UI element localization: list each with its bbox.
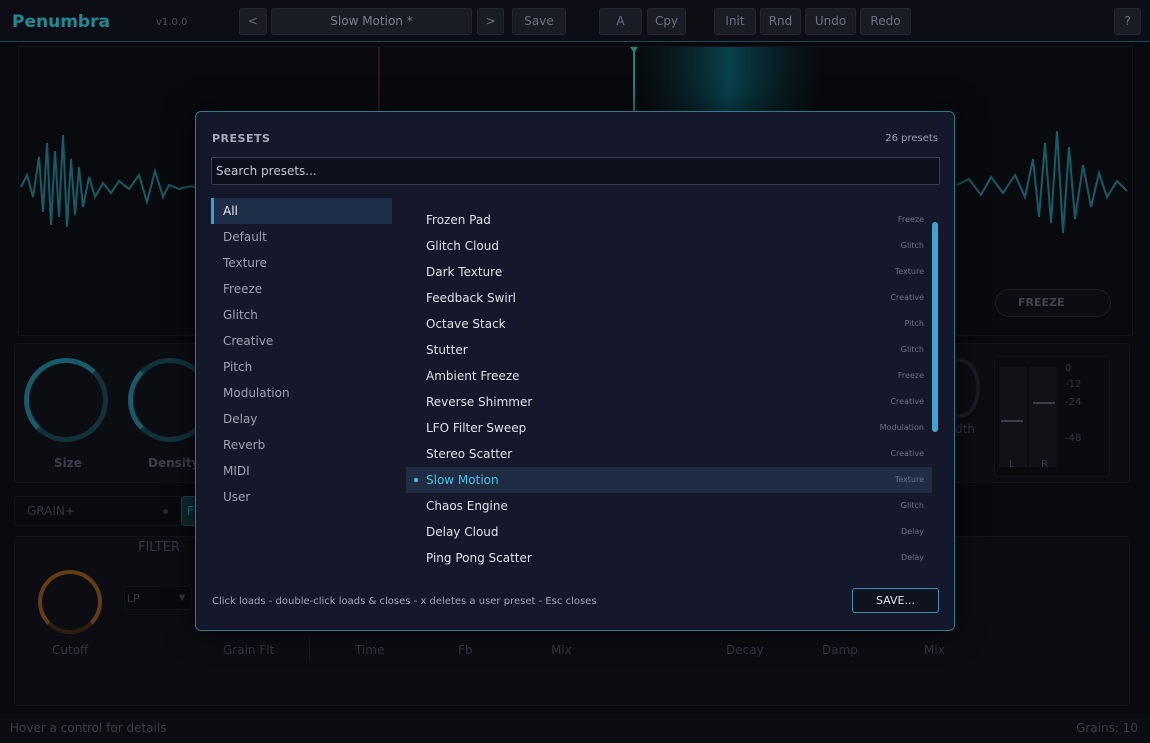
status-bar: Hover a control for details Grains: 10 bbox=[0, 714, 1150, 743]
category-item-modulation[interactable]: Modulation bbox=[211, 380, 392, 406]
category-item-pitch[interactable]: Pitch bbox=[211, 354, 392, 380]
category-item-freeze[interactable]: Freeze bbox=[211, 276, 392, 302]
prev-preset-button[interactable]: < bbox=[239, 8, 267, 35]
category-item-midi[interactable]: MIDI bbox=[211, 458, 392, 484]
preset-name: Stereo Scatter bbox=[426, 447, 513, 461]
copy-button[interactable]: Cpy bbox=[647, 8, 686, 35]
preset-name: Ambient Freeze bbox=[426, 369, 520, 383]
preset-name: Reverse Shimmer bbox=[426, 395, 533, 409]
preset-row[interactable]: Stutter Glitch bbox=[406, 337, 932, 363]
preset-row[interactable]: Reverse Shimmer Creative bbox=[406, 389, 932, 415]
preset-name: Frozen Pad bbox=[426, 213, 491, 227]
preset-category-tag: Freeze bbox=[897, 371, 924, 380]
undo-button[interactable]: Undo bbox=[805, 8, 856, 35]
preset-category-tag: Glitch bbox=[900, 241, 924, 250]
preset-category-tag: Modulation bbox=[879, 423, 924, 432]
preset-row[interactable]: Chaos Engine Glitch bbox=[406, 493, 932, 519]
preset-name: Feedback Swirl bbox=[426, 291, 516, 305]
category-item-user[interactable]: User bbox=[211, 484, 392, 510]
category-item-all[interactable]: All bbox=[211, 198, 392, 224]
preset-list-scrollbar[interactable] bbox=[932, 222, 938, 432]
preset-row[interactable]: Octave Stack Pitch bbox=[406, 311, 932, 337]
preset-row[interactable]: Feedback Swirl Creative bbox=[406, 285, 932, 311]
preset-category-tag: Creative bbox=[890, 293, 924, 302]
preset-name: Ping Pong Scatter bbox=[426, 551, 532, 565]
preset-name: Dark Texture bbox=[426, 265, 503, 279]
category-item-delay[interactable]: Delay bbox=[211, 406, 392, 432]
preset-category-tag: Creative bbox=[890, 397, 924, 406]
preset-row[interactable]: Glitch Cloud Glitch bbox=[406, 233, 932, 259]
save-button[interactable]: Save bbox=[512, 8, 566, 35]
top-toolbar: Penumbra v1.0.0 < Slow Motion * > Save A… bbox=[0, 0, 1150, 42]
preset-category-tag: Texture bbox=[894, 267, 924, 276]
preset-category-tag: Texture bbox=[894, 475, 924, 484]
preset-name: Stutter bbox=[426, 343, 468, 357]
preset-category-tag: Glitch bbox=[900, 345, 924, 354]
ab-compare-button[interactable]: A bbox=[599, 8, 642, 35]
preset-search-input[interactable] bbox=[211, 157, 940, 185]
plugin-window: Penumbra v1.0.0 < Slow Motion * > Save A… bbox=[0, 0, 1150, 743]
grain-count: Grains: 10 bbox=[1076, 721, 1138, 735]
preset-row[interactable]: Frozen Pad Freeze bbox=[406, 207, 932, 233]
category-item-glitch[interactable]: Glitch bbox=[211, 302, 392, 328]
preset-row[interactable]: Stereo Scatter Creative bbox=[406, 441, 932, 467]
category-item-reverb[interactable]: Reverb bbox=[211, 432, 392, 458]
next-preset-button[interactable]: > bbox=[477, 8, 504, 35]
status-hint: Hover a control for details bbox=[10, 721, 167, 735]
preset-row[interactable]: Ambient Freeze Freeze bbox=[406, 363, 932, 389]
modal-title: PRESETS bbox=[212, 132, 271, 145]
preset-row[interactable]: Dark Texture Texture bbox=[406, 259, 932, 285]
preset-row[interactable]: Slow Motion Texture bbox=[406, 467, 932, 493]
preset-count: 26 presets bbox=[885, 133, 938, 144]
preset-category-tag: Creative bbox=[890, 449, 924, 458]
app-version: v1.0.0 bbox=[156, 17, 188, 28]
init-button[interactable]: Init bbox=[714, 8, 756, 35]
preset-name: Delay Cloud bbox=[426, 525, 499, 539]
random-button[interactable]: Rnd bbox=[760, 8, 801, 35]
preset-row[interactable]: Ping Pong Scatter Delay bbox=[406, 545, 932, 571]
preset-row[interactable]: LFO Filter Sweep Modulation bbox=[406, 415, 932, 441]
preset-category-tag: Glitch bbox=[900, 501, 924, 510]
category-item-creative[interactable]: Creative bbox=[211, 328, 392, 354]
preset-name: Glitch Cloud bbox=[426, 239, 499, 253]
category-item-texture[interactable]: Texture bbox=[211, 250, 392, 276]
preset-name: Chaos Engine bbox=[426, 499, 508, 513]
preset-name: LFO Filter Sweep bbox=[426, 421, 527, 435]
save-preset-button[interactable]: SAVE... bbox=[852, 588, 939, 613]
preset-name: Octave Stack bbox=[426, 317, 506, 331]
category-list: All Default Texture Freeze Glitch Creative Pit… bbox=[211, 198, 392, 510]
preset-category-tag: Pitch bbox=[904, 319, 924, 328]
preset-name: Slow Motion bbox=[426, 473, 499, 487]
preset-category-tag: Delay bbox=[901, 553, 924, 562]
preset-category-tag: Freeze bbox=[897, 215, 924, 224]
preset-list: Frozen Pad Freeze Glitch Cloud Glitch Dark T… bbox=[406, 207, 932, 571]
category-item-default[interactable]: Default bbox=[211, 224, 392, 250]
selected-dot-icon bbox=[414, 478, 418, 482]
preset-category-tag: Delay bbox=[901, 527, 924, 536]
app-logo: Penumbra bbox=[12, 12, 110, 32]
preset-name-display[interactable]: Slow Motion * bbox=[271, 8, 472, 35]
preset-row[interactable]: Delay Cloud Delay bbox=[406, 519, 932, 545]
presets-modal: PRESETS 26 presets AllDefaultTextureFree… bbox=[195, 111, 955, 631]
redo-button[interactable]: Redo bbox=[860, 8, 911, 35]
help-button[interactable]: ? bbox=[1114, 8, 1141, 35]
modal-hint: Click loads - double-click loads & close… bbox=[212, 596, 597, 607]
